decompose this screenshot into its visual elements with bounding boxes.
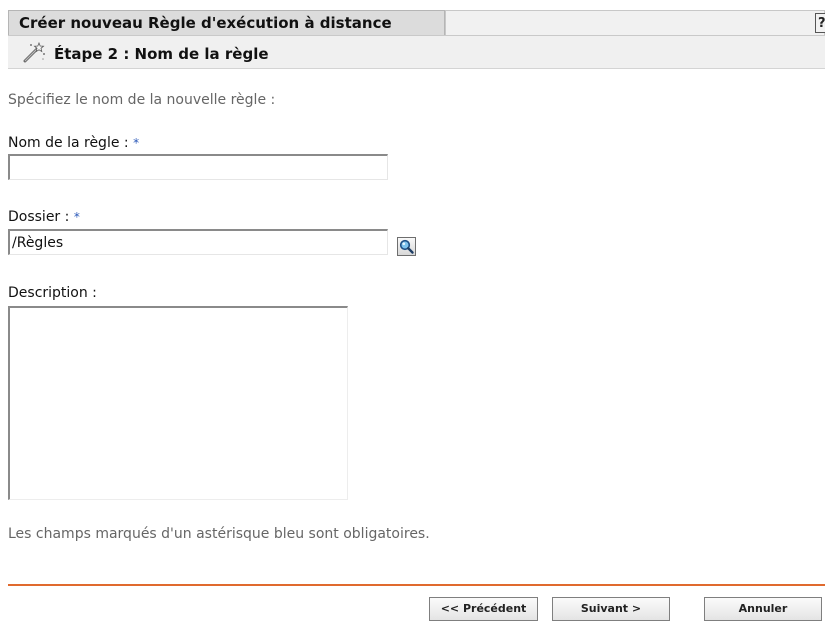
folder-label: Dossier : * bbox=[8, 209, 80, 225]
folder-input[interactable] bbox=[8, 229, 388, 255]
next-button[interactable]: Suivant > bbox=[552, 597, 670, 621]
wizard-wand-icon bbox=[23, 41, 45, 63]
help-button[interactable]: ? bbox=[815, 13, 825, 33]
footer-divider bbox=[8, 584, 825, 586]
previous-button[interactable]: << Précédent bbox=[429, 597, 538, 621]
description-label-text: Description : bbox=[8, 285, 97, 301]
rule-name-label: Nom de la règle : * bbox=[8, 135, 139, 151]
required-marker: * bbox=[133, 136, 140, 150]
cancel-button[interactable]: Annuler bbox=[704, 597, 822, 621]
help-icon: ? bbox=[818, 16, 825, 31]
step-title: Étape 2 : Nom de la règle bbox=[54, 45, 269, 63]
dialog-title: Créer nouveau Règle d'exécution à distan… bbox=[8, 10, 445, 35]
title-bar-filler bbox=[445, 10, 825, 35]
magnifier-browse-icon bbox=[399, 239, 414, 254]
required-fields-note: Les champs marqués d'un astérisque bleu … bbox=[8, 526, 430, 542]
rule-name-input[interactable] bbox=[8, 154, 388, 180]
folder-label-text: Dossier : bbox=[8, 209, 70, 225]
form-intro: Spécifiez le nom de la nouvelle règle : bbox=[8, 92, 276, 108]
folder-browse-button[interactable] bbox=[397, 237, 416, 256]
dialog-title-text: Créer nouveau Règle d'exécution à distan… bbox=[19, 14, 392, 32]
description-label: Description : bbox=[8, 285, 97, 301]
required-marker: * bbox=[73, 210, 80, 224]
rule-name-label-text: Nom de la règle : bbox=[8, 135, 129, 151]
description-textarea[interactable] bbox=[8, 306, 348, 500]
